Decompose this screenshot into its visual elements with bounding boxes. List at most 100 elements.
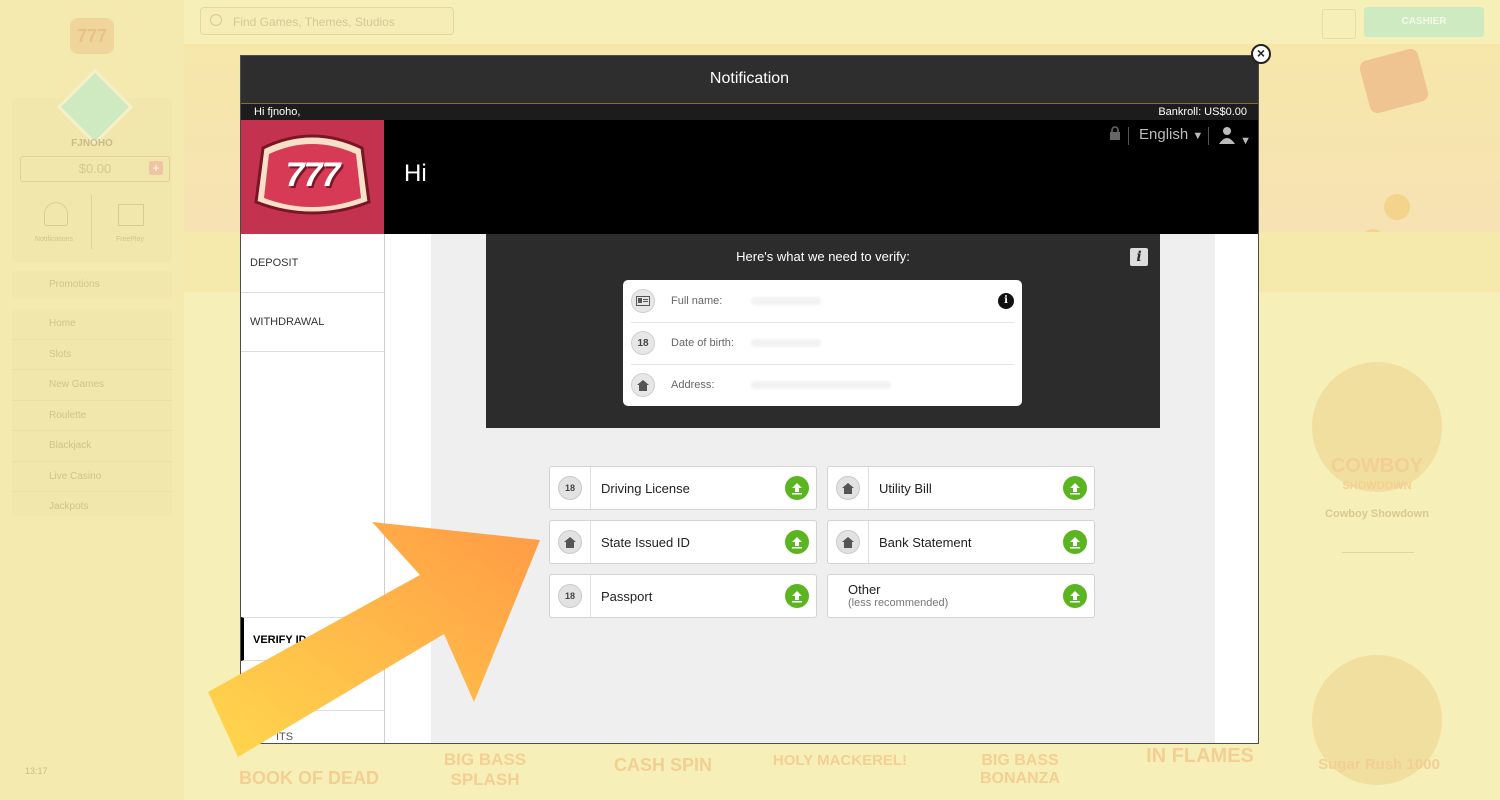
content-margin xyxy=(385,234,431,743)
bell-icon xyxy=(44,202,68,226)
home-icon xyxy=(836,530,860,554)
greeting: Hi fjnoho, xyxy=(254,106,301,118)
upload-icon[interactable] xyxy=(1063,584,1087,608)
promotions-link[interactable]: Promotions xyxy=(12,271,172,299)
nav-verify-id[interactable]: VERIFY ID xyxy=(241,617,384,661)
nav-item-home[interactable]: Home xyxy=(12,309,172,340)
upload-state-id-button[interactable]: State Issued ID xyxy=(549,520,817,564)
upload-driving-license-button[interactable]: 18 Driving License xyxy=(549,466,817,510)
upload-icon[interactable] xyxy=(1063,530,1087,554)
divider xyxy=(868,467,869,509)
divider xyxy=(1208,127,1209,145)
field-label: Address: xyxy=(671,379,715,391)
home-icon xyxy=(558,530,582,554)
divider xyxy=(1128,127,1129,145)
upload-passport-button[interactable]: 18 Passport xyxy=(549,574,817,618)
age-18-icon: 18 xyxy=(631,331,655,355)
divider xyxy=(590,467,591,509)
nav-item-blackjack[interactable]: Blackjack xyxy=(12,431,172,462)
game-big-bass-bonanza[interactable]: BIG BASS BONANZA xyxy=(950,752,1090,788)
nav-item-jackpots[interactable]: Jackpots xyxy=(12,492,172,522)
username: FJNOHO xyxy=(71,138,113,149)
upload-icon[interactable] xyxy=(785,584,809,608)
slot-symbol-decoration xyxy=(1358,47,1430,115)
chevron-down-icon: ▼ xyxy=(1240,135,1252,147)
document-label: Utility Bill xyxy=(879,480,932,496)
bankroll: Bankroll: US$0.00 xyxy=(1158,106,1247,118)
lock-icon xyxy=(1109,126,1121,144)
upload-icon[interactable] xyxy=(785,530,809,554)
background-nav: Home Slots New Games Roulette Blackjack … xyxy=(12,309,172,516)
freeplay-label: FreePlay xyxy=(115,236,144,243)
notification-modal: Notification Hi fjnoho, Bankroll: US$0.0… xyxy=(240,55,1259,744)
close-icon[interactable]: × xyxy=(1251,44,1271,64)
field-label: Date of birth: xyxy=(671,337,734,349)
info-icon[interactable]: i xyxy=(998,293,1014,309)
home-icon xyxy=(631,373,655,397)
user-icon xyxy=(1219,127,1235,144)
upload-icon[interactable] xyxy=(785,476,809,500)
add-funds-button[interactable]: + xyxy=(149,161,163,175)
nav-deposit[interactable]: DEPOSIT xyxy=(241,234,384,293)
balance-display: $0.00 + xyxy=(20,156,170,182)
upload-utility-bill-button[interactable]: Utility Bill xyxy=(827,466,1095,510)
clock: 13:17 xyxy=(25,766,48,776)
notifications-label: Notifications xyxy=(34,236,74,243)
language-selector[interactable]: English ▼ xyxy=(1139,126,1203,143)
upload-icon[interactable] xyxy=(1063,476,1087,500)
gift-icon xyxy=(118,204,144,226)
nav-limits[interactable]: ITS xyxy=(241,710,384,743)
account-button[interactable] xyxy=(1322,9,1356,39)
search-input[interactable]: Find Games, Themes, Studios xyxy=(200,7,454,35)
game-title-art: COWBOY xyxy=(1330,455,1424,477)
modal-title: Notification xyxy=(241,56,1258,104)
field-label: Full name: xyxy=(671,295,723,307)
document-label: State Issued ID xyxy=(601,534,690,550)
language-label: English xyxy=(1139,126,1189,143)
redacted-value xyxy=(751,381,891,389)
nav-item-live-casino[interactable]: Live Casino xyxy=(12,462,172,492)
cashier-button[interactable]: CASHIER xyxy=(1364,7,1484,37)
age-18-icon: 18 xyxy=(558,584,582,608)
field-full-name: Full name: i xyxy=(623,280,1022,322)
age-18-icon: 18 xyxy=(558,476,582,500)
nav-withdrawal[interactable]: WITHDRAWAL xyxy=(241,293,384,352)
content-margin xyxy=(1215,234,1258,743)
logo-text: 777 xyxy=(285,156,341,194)
verify-panel: Here's what we need to verify: i Full na… xyxy=(486,234,1160,428)
divider xyxy=(590,575,591,617)
verify-heading: Here's what we need to verify: xyxy=(736,249,910,264)
background-sidebar: 777 FJNOHO $0.00 + Notifications FreePla… xyxy=(0,0,184,800)
document-label: Passport xyxy=(601,588,653,604)
game-big-bass-splash[interactable]: BIG BASS SPLASH xyxy=(420,750,550,790)
game-subtitle-art: SHOWDOWN xyxy=(1342,480,1412,492)
document-label: Bank Statement xyxy=(879,534,972,550)
upload-bank-statement-button[interactable]: Bank Statement xyxy=(827,520,1095,564)
redacted-value xyxy=(751,339,821,347)
verify-content: Here's what we need to verify: i Full na… xyxy=(431,234,1215,743)
upload-other-button[interactable]: Other (less recommended) xyxy=(827,574,1095,618)
game-holy-mackerel[interactable]: HOLY MACKEREL! xyxy=(770,752,910,769)
field-date-of-birth: 18 Date of birth: xyxy=(623,322,1022,364)
redacted-value xyxy=(751,297,821,305)
nav-item-slots[interactable]: Slots xyxy=(12,340,172,370)
carousel-indicator xyxy=(1342,552,1414,553)
site-logo: 777 xyxy=(70,18,114,54)
nav-item-roulette[interactable]: Roulette xyxy=(12,401,172,431)
game-sugar-rush-1000[interactable]: Sugar Rush 1000 xyxy=(1304,756,1454,773)
nav-item-new-games[interactable]: New Games xyxy=(12,370,172,401)
field-address: Address: xyxy=(623,364,1022,406)
balance-value: $0.00 xyxy=(78,161,112,176)
game-book-of-dead[interactable]: BOOK OF DEAD xyxy=(236,768,382,789)
document-label: Other (less recommended) xyxy=(848,583,1063,610)
game-cash-spin[interactable]: CASH SPIN xyxy=(598,755,728,776)
user-menu[interactable]: ▼ xyxy=(1218,126,1251,148)
cashier-nav: DEPOSIT WITHDRAWAL VERIFY ID ITS xyxy=(241,234,385,743)
document-label: Driving License xyxy=(601,480,690,496)
id-card-icon xyxy=(631,289,655,313)
info-icon[interactable]: i xyxy=(1130,248,1148,266)
home-icon xyxy=(836,476,860,500)
game-in-flames[interactable]: IN FLAMES xyxy=(1130,745,1270,768)
search-icon xyxy=(210,14,222,26)
hi-title: Hi xyxy=(404,160,427,187)
